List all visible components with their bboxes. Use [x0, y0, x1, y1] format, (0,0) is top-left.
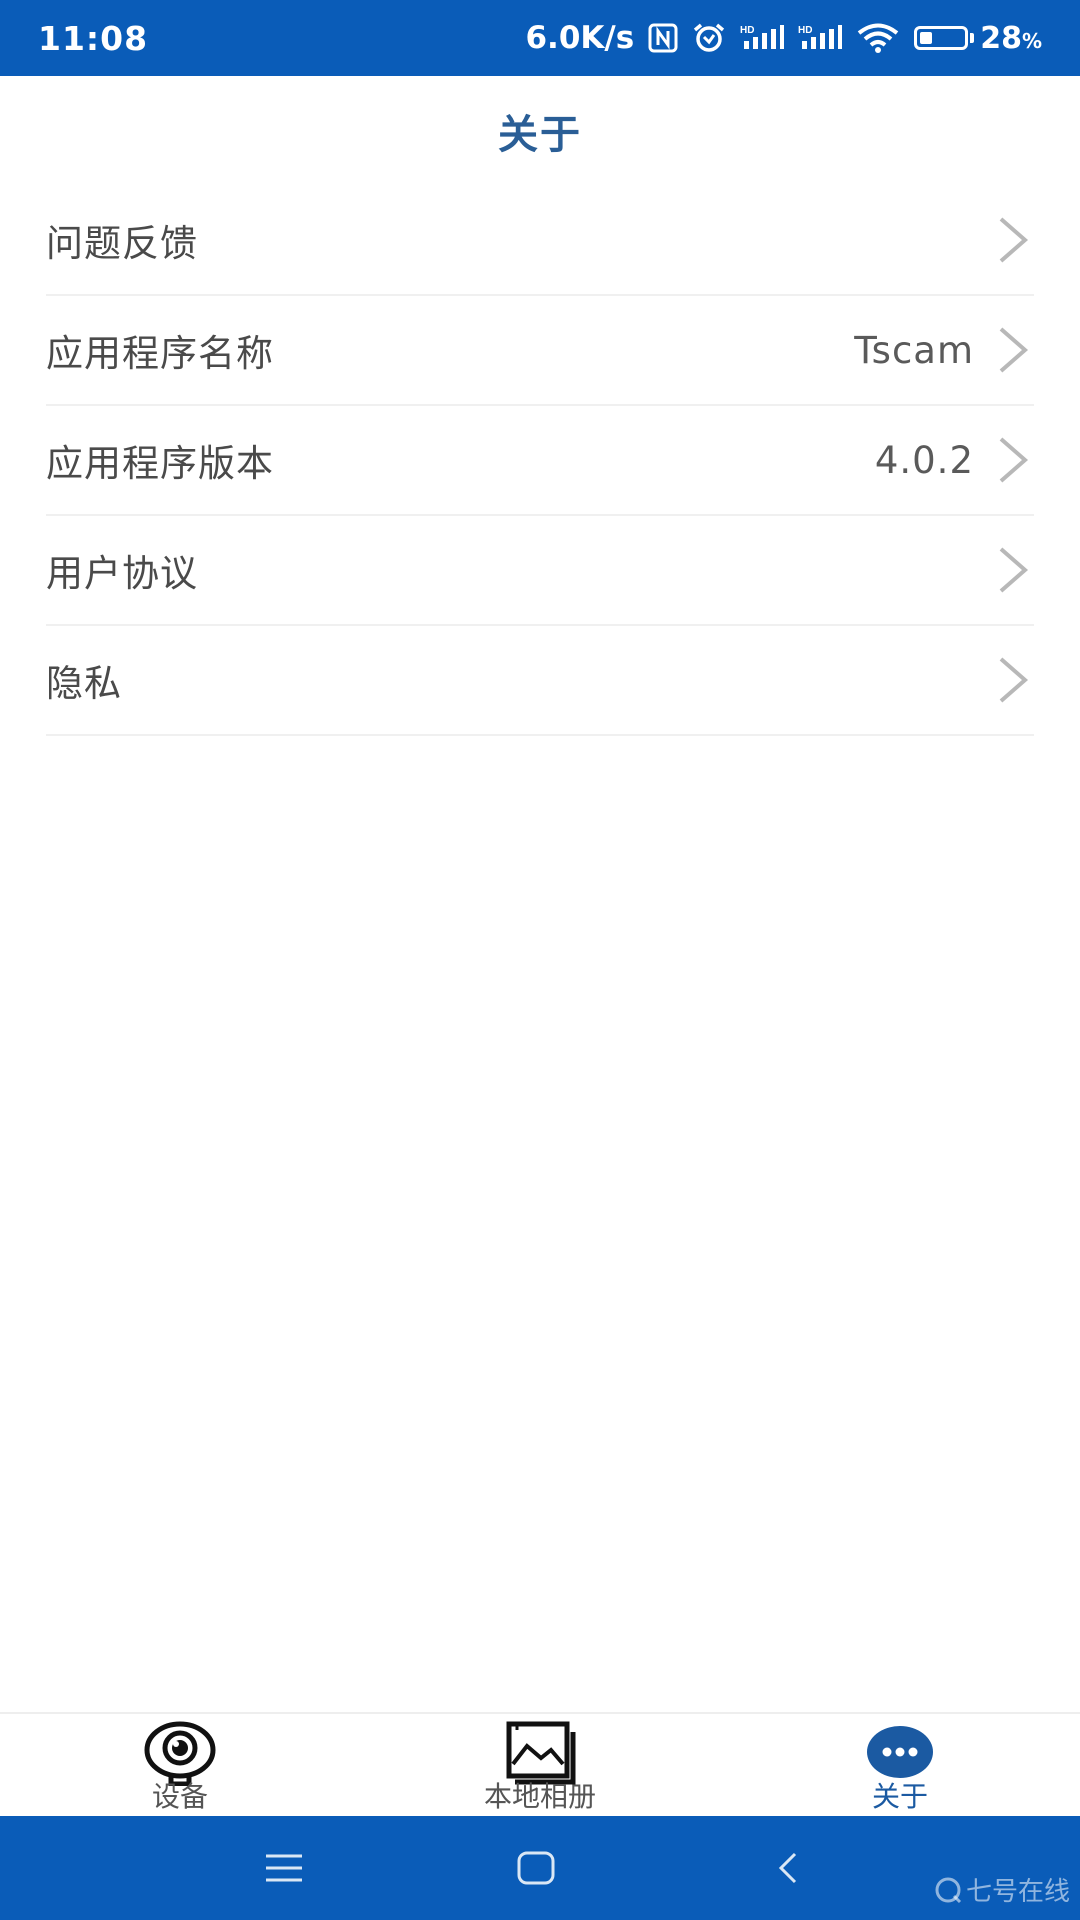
page-header: 关于	[0, 76, 1080, 186]
hd-signal-icon: HD	[740, 23, 785, 53]
tab-local-album[interactable]: 本地相册	[360, 1714, 720, 1816]
list-item-app-name[interactable]: 应用程序名称 Tscam	[46, 296, 1034, 406]
hd-signal-icon: HD	[798, 23, 843, 53]
item-label: 问题反馈	[46, 222, 198, 265]
chevron-right-icon	[992, 652, 1034, 708]
battery-icon: 28%	[914, 21, 1042, 56]
back-icon[interactable]	[764, 1844, 812, 1892]
svg-text:HD: HD	[798, 25, 812, 36]
item-label: 隐私	[46, 662, 122, 705]
tab-devices[interactable]: 设备	[0, 1714, 360, 1816]
menu-icon[interactable]	[260, 1844, 308, 1892]
item-label: 应用程序名称	[46, 332, 274, 375]
svg-text:HD: HD	[740, 25, 754, 36]
tab-about[interactable]: 关于	[720, 1714, 1080, 1816]
tab-label: 本地相册	[483, 1780, 596, 1813]
list-item-user-agreement[interactable]: 用户协议	[46, 516, 1034, 626]
list-item-feedback[interactable]: 问题反馈	[46, 186, 1034, 296]
status-icons: 6.0K/s HD HD 28%	[525, 20, 1042, 56]
chevron-right-icon	[992, 212, 1034, 268]
item-label: 应用程序版本	[46, 442, 274, 485]
network-speed: 6.0K/s	[525, 20, 635, 56]
item-value: 4.0.2	[874, 438, 974, 482]
camera-icon	[143, 1720, 217, 1786]
list-item-privacy[interactable]: 隐私	[46, 626, 1034, 736]
chevron-right-icon	[992, 322, 1034, 378]
bottom-nav: 设备 本地相册 关于	[0, 1712, 1080, 1816]
alarm-icon	[692, 22, 726, 54]
item-value: Tscam	[854, 328, 974, 372]
status-time: 11:08	[38, 18, 149, 58]
page-title: 关于	[498, 112, 582, 158]
chevron-right-icon	[992, 542, 1034, 598]
system-nav-bar: 七号在线	[0, 1816, 1080, 1920]
album-icon	[503, 1720, 577, 1786]
settings-list: 问题反馈 应用程序名称 Tscam 应用程序版本 4.0.2 用户协议 隐私	[0, 186, 1080, 736]
watermark: 七号在线	[934, 1871, 1070, 1908]
battery-percent: 28	[980, 20, 1022, 56]
nfc-icon	[648, 23, 678, 53]
more-icon	[863, 1720, 937, 1786]
item-label: 用户协议	[46, 552, 198, 595]
chevron-right-icon	[992, 432, 1034, 488]
list-item-app-version[interactable]: 应用程序版本 4.0.2	[46, 406, 1034, 516]
tab-label: 设备	[151, 1780, 208, 1813]
status-bar: 11:08 6.0K/s HD HD 28%	[0, 0, 1080, 76]
home-icon[interactable]	[512, 1844, 560, 1892]
tab-label: 关于	[871, 1780, 928, 1813]
wifi-icon	[856, 22, 900, 54]
